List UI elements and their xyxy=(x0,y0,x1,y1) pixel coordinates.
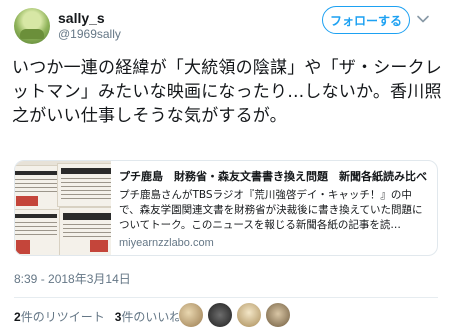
engager-avatars xyxy=(178,302,294,328)
tweet-text: いつか一連の経緯が「大統領の陰謀」や「ザ・シークレットマン」みたいな映画になった… xyxy=(12,58,442,126)
avatar[interactable] xyxy=(236,302,262,328)
like-count: 3 xyxy=(114,309,122,324)
card-thumbnail xyxy=(15,161,111,255)
tweet-timestamp[interactable]: 8:39 - 2018年3月14日 xyxy=(14,270,131,287)
card-title[interactable]: プチ鹿島 財務省・森友文書書き換え問題 新聞各紙読み比べ xyxy=(119,169,431,184)
follow-button[interactable]: フォローする xyxy=(322,6,410,34)
avatar[interactable] xyxy=(265,302,291,328)
tweet: sally_s @1969sally フォローする いつか一連の経緯が「大統領の… xyxy=(0,0,450,331)
link-card[interactable]: プチ鹿島 財務省・森友文書書き換え問題 新聞各紙読み比べ プチ鹿島さんがTBSラ… xyxy=(14,160,438,256)
user-names[interactable]: sally_s @1969sally xyxy=(58,10,121,42)
like-stat[interactable]: 3 件のいいね xyxy=(115,308,182,325)
card-body: プチ鹿島 財務省・森友文書書き換え問題 新聞各紙読み比べ プチ鹿島さんがTBSラ… xyxy=(119,169,431,250)
display-name[interactable]: sally_s xyxy=(58,10,121,27)
chevron-down-icon[interactable] xyxy=(416,12,430,26)
retweet-label: 件のリツイート xyxy=(20,309,105,324)
like-label: 件のいいね xyxy=(121,309,182,324)
avatar[interactable] xyxy=(207,302,233,328)
retweet-stat[interactable]: 2 件のリツイート xyxy=(14,308,105,325)
user-handle[interactable]: @1969sally xyxy=(58,27,121,42)
divider xyxy=(14,297,438,298)
avatar[interactable] xyxy=(14,8,50,44)
card-description: プチ鹿島さんがTBSラジオ『荒川強啓デイ・キャッチ！』の中で、森友学園関連文書を… xyxy=(119,189,423,231)
tweet-stats: 2 件のリツイート 3 件のいいね xyxy=(14,307,191,325)
card-domain: miyearnzzlabo.com xyxy=(119,237,214,249)
avatar[interactable] xyxy=(178,302,204,328)
retweet-count: 2 xyxy=(14,309,21,324)
